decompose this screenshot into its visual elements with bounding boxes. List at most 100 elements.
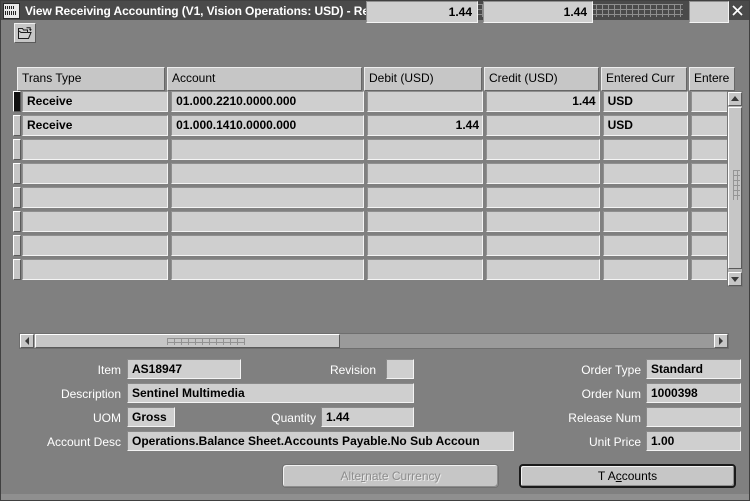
table-cell[interactable] (602, 139, 688, 160)
column-header[interactable]: Debit (USD) (364, 67, 482, 91)
table-cell[interactable]: 1.44 (486, 91, 600, 112)
order-num-field[interactable]: 1000398 (646, 383, 741, 403)
table-cell[interactable] (486, 163, 600, 184)
close-x-icon[interactable] (731, 4, 744, 17)
row-selector[interactable] (13, 235, 21, 256)
column-header[interactable]: Entere (689, 67, 735, 91)
row-selector[interactable] (13, 115, 21, 136)
toolbar (1, 20, 749, 42)
grid-header-row: Trans Type Account Debit (USD) Credit (USD)… (17, 67, 739, 91)
table-cell[interactable] (171, 259, 364, 280)
table-cell[interactable] (366, 235, 484, 256)
order-type-field[interactable]: Standard (646, 359, 741, 379)
table-row[interactable] (13, 163, 739, 187)
table-row[interactable] (13, 259, 739, 283)
table-cell[interactable] (486, 259, 600, 280)
table-cell[interactable] (22, 187, 169, 208)
unit-price-field[interactable]: 1.00 (646, 431, 741, 451)
row-selector[interactable] (13, 163, 21, 184)
table-cell[interactable] (22, 211, 169, 232)
scroll-right-arrow-icon[interactable] (714, 334, 728, 348)
release-num-field[interactable] (646, 407, 741, 427)
table-row[interactable] (13, 211, 739, 235)
column-header[interactable]: Credit (USD) (484, 67, 599, 91)
row-selector[interactable] (13, 211, 21, 232)
column-header[interactable]: Trans Type (17, 67, 165, 91)
scroll-left-arrow-icon[interactable] (20, 334, 34, 348)
table-row[interactable] (13, 235, 739, 259)
table-cell[interactable] (366, 187, 484, 208)
revision-field[interactable] (386, 359, 414, 379)
table-cell[interactable]: Receive (22, 115, 169, 136)
account-desc-label: Account Desc (46, 435, 121, 449)
folder-open-icon[interactable] (14, 23, 36, 43)
table-row[interactable] (13, 187, 739, 211)
alternate-currency-button-label: Alternate Currency (340, 469, 441, 483)
table-cell[interactable] (22, 259, 169, 280)
table-cell[interactable] (171, 139, 364, 160)
table-cell[interactable]: 01.000.1410.0000.000 (171, 115, 364, 136)
table-cell[interactable] (171, 211, 364, 232)
row-selector[interactable] (13, 259, 21, 280)
table-row[interactable]: Receive 01.000.1410.0000.000 1.44 USD (13, 115, 739, 139)
scroll-down-arrow-icon[interactable] (728, 272, 742, 286)
table-cell[interactable]: 1.44 (366, 115, 484, 136)
revision-label: Revision (329, 363, 376, 377)
item-field[interactable]: AS18947 (127, 359, 241, 379)
table-cell[interactable] (486, 139, 600, 160)
grid-horizontal-scrollbar[interactable] (19, 333, 729, 349)
table-cell[interactable] (602, 235, 688, 256)
account-desc-field[interactable]: Operations.Balance Sheet.Accounts Payabl… (127, 431, 514, 451)
accounting-lines-grid: Trans Type Account Debit (USD) Credit (USD)… (13, 67, 739, 283)
table-cell[interactable]: Receive (22, 91, 169, 112)
release-num-label: Release Num (568, 411, 641, 425)
quantity-label: Quantity (271, 411, 316, 425)
table-cell[interactable] (486, 187, 600, 208)
table-cell[interactable]: USD (602, 91, 688, 112)
table-cell[interactable] (22, 235, 169, 256)
table-cell[interactable] (602, 163, 688, 184)
table-cell[interactable]: 01.000.2210.0000.000 (171, 91, 364, 112)
total-debit-field: 1.44 (366, 1, 478, 23)
table-cell[interactable]: USD (602, 115, 688, 136)
description-label: Description (60, 387, 121, 401)
table-cell[interactable] (22, 139, 169, 160)
table-cell[interactable] (171, 163, 364, 184)
table-cell[interactable] (486, 211, 600, 232)
table-cell[interactable] (486, 115, 600, 136)
uom-field[interactable]: Gross (127, 407, 175, 427)
row-selector[interactable] (13, 139, 21, 160)
table-cell[interactable] (366, 259, 484, 280)
row-selector[interactable] (13, 91, 21, 112)
horizontal-scroll-thumb[interactable] (35, 334, 340, 348)
table-row[interactable] (13, 139, 739, 163)
table-cell[interactable] (602, 259, 688, 280)
row-selector[interactable] (13, 187, 21, 208)
total-credit-field: 1.44 (483, 1, 593, 23)
item-label: Item (97, 363, 121, 377)
table-cell[interactable] (366, 211, 484, 232)
t-accounts-button[interactable]: T Accounts (519, 464, 736, 488)
grid-body: Receive 01.000.2210.0000.000 1.44 USD Receiv… (13, 91, 739, 283)
vertical-scroll-thumb[interactable] (728, 107, 742, 269)
description-field[interactable]: Sentinel Multimedia (127, 383, 414, 403)
column-header[interactable]: Entered Curr (601, 67, 687, 91)
scroll-up-arrow-icon[interactable] (728, 92, 742, 106)
table-cell[interactable] (486, 235, 600, 256)
table-cell[interactable] (22, 163, 169, 184)
table-cell[interactable] (602, 211, 688, 232)
window-bottom-strip (1, 494, 749, 500)
quantity-field[interactable]: 1.44 (321, 407, 414, 427)
table-cell[interactable] (602, 187, 688, 208)
table-cell[interactable] (366, 91, 484, 112)
unit-price-label: Unit Price (588, 435, 641, 449)
table-cell[interactable] (366, 139, 484, 160)
grid-vertical-scrollbar[interactable] (727, 91, 743, 287)
table-cell[interactable] (171, 235, 364, 256)
table-cell[interactable] (171, 187, 364, 208)
scroll-grip (167, 338, 245, 345)
order-type-label: Order Type (581, 363, 641, 377)
table-row[interactable]: Receive 01.000.2210.0000.000 1.44 USD (13, 91, 739, 115)
table-cell[interactable] (366, 163, 484, 184)
column-header[interactable]: Account (167, 67, 362, 91)
